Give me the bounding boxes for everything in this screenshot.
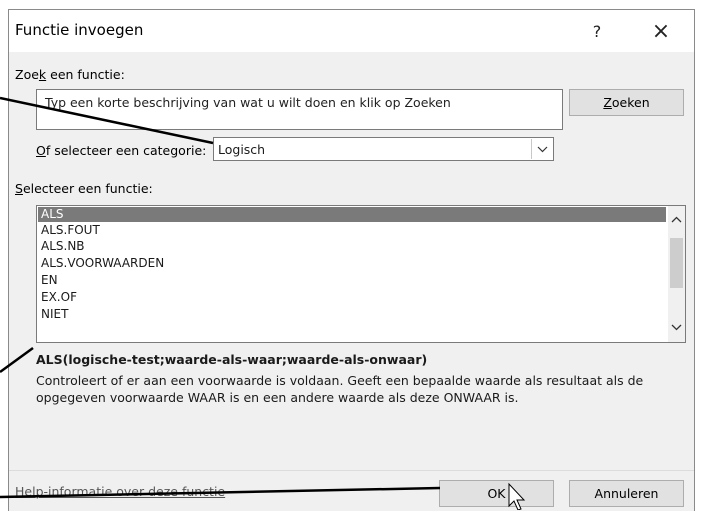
callout-line-category	[0, 96, 214, 145]
callout-line-signature	[0, 346, 34, 374]
callout-line-ok	[0, 486, 441, 499]
callout-lines	[0, 96, 526, 510]
mouse-pointer-icon	[508, 482, 526, 510]
